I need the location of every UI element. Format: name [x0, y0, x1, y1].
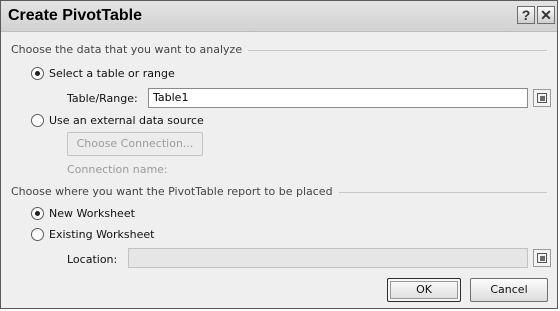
close-icon[interactable]: ✕ — [537, 6, 555, 24]
location-picker-icon[interactable] — [533, 249, 551, 267]
connection-name-label: Connection name: — [67, 163, 168, 176]
placement-section-heading: Choose where you want the PivotTable rep… — [11, 185, 339, 198]
dialog-title: Create PivotTable — [8, 7, 142, 24]
table-range-input[interactable]: Table1 — [148, 88, 528, 108]
option-table-range-label[interactable]: Select a table or range — [49, 67, 175, 80]
table-range-label: Table/Range: — [67, 92, 138, 105]
range-picker-icon[interactable] — [533, 89, 551, 107]
title-bar[interactable]: Create PivotTable ? ✕ — [1, 1, 557, 32]
radio-new-worksheet[interactable] — [31, 207, 44, 220]
location-label: Location: — [67, 253, 118, 266]
radio-existing-worksheet[interactable] — [31, 228, 44, 241]
ok-button[interactable]: OK — [387, 278, 461, 302]
help-icon[interactable]: ? — [517, 6, 535, 24]
option-external-source-label[interactable]: Use an external data source — [49, 114, 204, 127]
choose-connection-button[interactable]: Choose Connection... — [67, 132, 203, 156]
radio-table-range[interactable] — [31, 67, 44, 80]
create-pivottable-dialog: Create PivotTable ? ✕ Choose the data th… — [0, 0, 558, 309]
location-input[interactable] — [128, 248, 528, 268]
radio-selected-icon — [35, 71, 40, 76]
option-new-worksheet-label[interactable]: New Worksheet — [49, 207, 135, 220]
cancel-button[interactable]: Cancel — [470, 278, 548, 302]
source-section-heading: Choose the data that you want to analyze — [11, 43, 249, 56]
radio-selected-icon — [35, 211, 40, 216]
option-existing-worksheet-label[interactable]: Existing Worksheet — [49, 228, 154, 241]
radio-external-source[interactable] — [31, 114, 44, 127]
